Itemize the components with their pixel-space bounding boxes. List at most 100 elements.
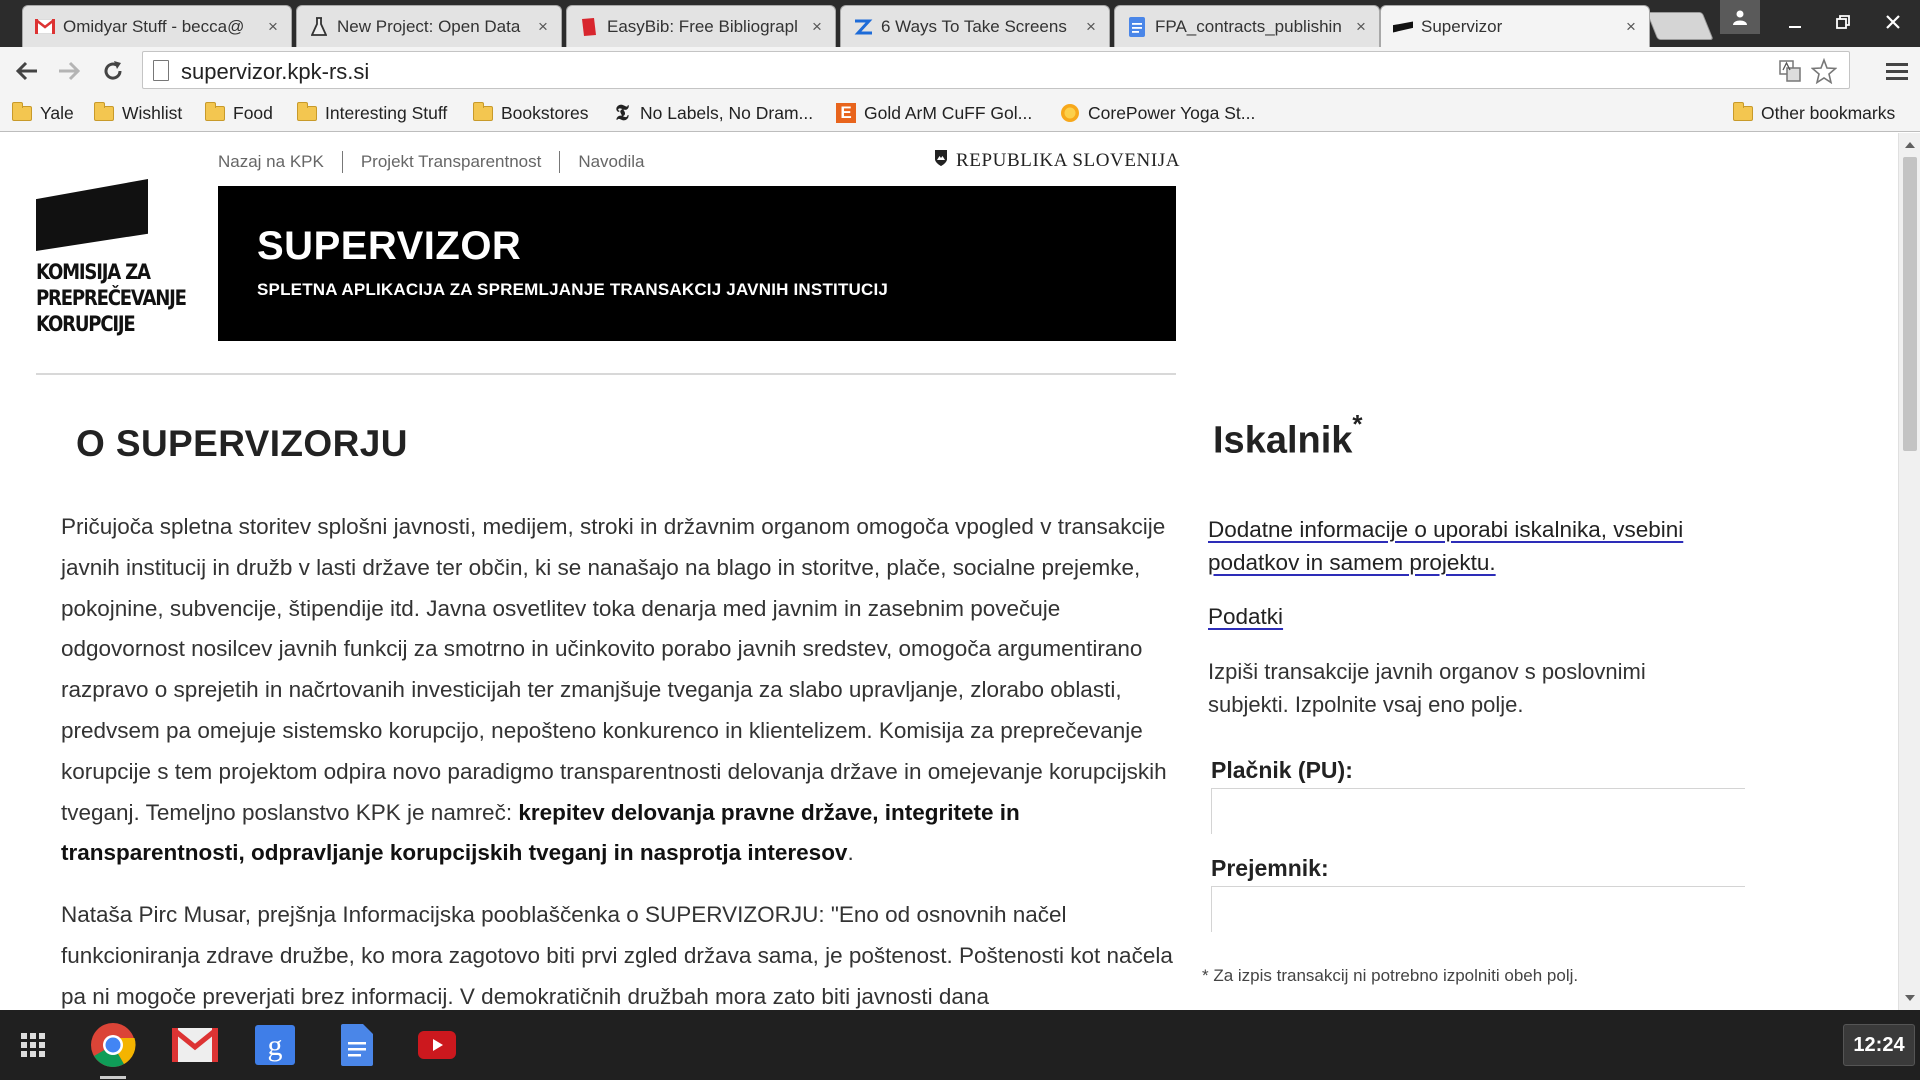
logo-text: KOMISIJA ZA PREPREČEVANJE KORUPCIJE — [36, 260, 187, 336]
scroll-thumb[interactable] — [1903, 157, 1917, 451]
easybib-icon — [579, 17, 599, 37]
bookmark-yale[interactable]: Yale — [12, 100, 74, 126]
page-viewport: KOMISIJA ZA PREPREČEVANJE KORUPCIJE Naza… — [0, 133, 1898, 1010]
back-icon[interactable] — [10, 55, 44, 87]
zapier-icon — [853, 17, 873, 37]
url-text: supervizor.kpk-rs.si — [181, 59, 370, 84]
folder-icon — [473, 101, 493, 123]
sun-icon — [1060, 103, 1080, 123]
top-nav: Nazaj na KPK Projekt Transparentnost Nav… — [218, 151, 662, 173]
tab-title: FPA_contracts_publishin — [1155, 16, 1342, 36]
header-divider — [36, 373, 1176, 375]
bookmark-label: Food — [233, 102, 273, 123]
bookmark-label: Yale — [40, 102, 74, 123]
nav-link-instructions[interactable]: Navodila — [559, 151, 662, 173]
bookmark-gold-arm-cuff[interactable]: E Gold ArM CuFF Gol... — [836, 100, 1032, 126]
republika-slovenija[interactable]: REPUBLIKA SLOVENIJA — [934, 149, 1180, 173]
reload-icon[interactable] — [96, 55, 130, 87]
close-icon[interactable]: × — [1083, 17, 1099, 37]
tab-6-ways[interactable]: 6 Ways To Take Screens × — [840, 5, 1110, 47]
docs-icon — [1127, 16, 1147, 37]
bookmark-label: Wishlist — [122, 102, 183, 123]
browser-toolbar: supervizor.kpk-rs.si — [0, 47, 1920, 94]
tab-title: 6 Ways To Take Screens — [881, 16, 1067, 36]
nav-link-back-to-kpk[interactable]: Nazaj na KPK — [218, 151, 342, 173]
banner-subtitle: SPLETNA APLIKACIJA ZA SPREMLJANJE TRANSA… — [257, 280, 889, 299]
close-window-icon[interactable] — [1868, 0, 1918, 44]
folder-icon — [94, 101, 114, 123]
recipient-input[interactable] — [1211, 886, 1745, 932]
tab-strip: Omidyar Stuff - becca@ × New Project: Op… — [0, 0, 1920, 47]
folder-icon — [1733, 101, 1753, 123]
banner-title: SUPERVIZOR — [257, 224, 522, 268]
bookmark-label: Gold ArM CuFF Gol... — [864, 102, 1033, 123]
bookmark-label: Other bookmarks — [1761, 102, 1896, 123]
payer-label: Plačnik (PU): — [1211, 757, 1353, 783]
scroll-up-icon[interactable] — [1905, 142, 1915, 148]
close-icon[interactable]: × — [809, 17, 825, 37]
about-paragraph: Pričujoča spletna storitev splošni javno… — [61, 514, 1167, 866]
new-tab-button[interactable] — [1646, 12, 1714, 40]
bookmark-label: Bookstores — [501, 102, 589, 123]
svg-text:g: g — [268, 1029, 283, 1062]
close-icon[interactable]: × — [265, 17, 281, 37]
gmail-icon[interactable] — [168, 1018, 222, 1072]
google-search-icon[interactable]: g — [248, 1018, 302, 1072]
active-app-indicator — [100, 1076, 126, 1079]
bookmark-wishlist[interactable]: Wishlist — [94, 100, 182, 126]
user-profile-icon[interactable] — [1720, 0, 1760, 34]
nav-link-transparency-project[interactable]: Projekt Transparentnost — [341, 151, 559, 173]
tab-title: New Project: Open Data — [337, 16, 521, 36]
quote-paragraph: Nataša Pirc Musar, prejšnja Informacijsk… — [61, 902, 1173, 1009]
tab-title: Omidyar Stuff - becca@ — [63, 16, 245, 36]
search-footnote: * Za izpis transakcij ni potrebno izpoln… — [1202, 966, 1579, 985]
docs-icon[interactable] — [330, 1018, 384, 1072]
close-icon[interactable]: × — [1623, 17, 1639, 37]
star-icon[interactable] — [1810, 57, 1838, 89]
launcher-icon[interactable] — [6, 1018, 60, 1072]
gmail-icon — [35, 17, 55, 37]
info-link[interactable]: Dodatne informacije o uporabi iskalnika,… — [1208, 513, 1728, 579]
page-scrollbar[interactable] — [1898, 133, 1920, 1010]
restore-icon[interactable] — [1818, 0, 1868, 44]
bookmark-no-labels[interactable]: 𝕿 No Labels, No Dram... — [612, 100, 813, 126]
tab-supervizor[interactable]: Supervizor × — [1380, 5, 1650, 47]
kpk-logo[interactable]: KOMISIJA ZA PREPREČEVANJE KORUPCIJE — [36, 179, 196, 336]
page-icon — [153, 60, 169, 81]
tab-fpa-contracts[interactable]: FPA_contracts_publishin × — [1114, 5, 1380, 47]
page-title: O SUPERVIZORJU — [76, 423, 408, 464]
close-icon[interactable]: × — [1353, 17, 1369, 37]
tab-easybib[interactable]: EasyBib: Free Bibliograpl × — [566, 5, 836, 47]
tab-title: Supervizor — [1421, 16, 1503, 36]
youtube-icon[interactable] — [410, 1018, 464, 1072]
data-link[interactable]: Podatki — [1208, 600, 1283, 633]
tab-omidyar[interactable]: Omidyar Stuff - becca@ × — [22, 5, 292, 47]
logo-mark — [36, 179, 148, 251]
translate-icon[interactable] — [1779, 60, 1801, 87]
bookmark-corepower-yoga[interactable]: CorePower Yoga St... — [1060, 100, 1255, 126]
bookmark-label: CorePower Yoga St... — [1088, 102, 1256, 123]
minimize-icon[interactable] — [1770, 0, 1820, 44]
bookmark-interesting-stuff[interactable]: Interesting Stuff — [297, 100, 447, 126]
address-bar[interactable]: supervizor.kpk-rs.si — [142, 51, 1850, 89]
bookmark-food[interactable]: Food — [205, 100, 273, 126]
tab-title: EasyBib: Free Bibliograpl — [607, 16, 798, 36]
folder-icon — [205, 101, 225, 123]
tab-new-project[interactable]: New Project: Open Data × — [296, 5, 562, 47]
payer-input[interactable] — [1211, 788, 1745, 834]
forward-icon[interactable] — [52, 55, 86, 87]
recipient-label: Prejemnik: — [1211, 855, 1329, 881]
scroll-down-icon[interactable] — [1905, 995, 1915, 1001]
coat-of-arms-icon — [934, 149, 948, 173]
bookmarks-bar: Yale Wishlist Food Interesting Stuff Boo… — [0, 94, 1920, 132]
bookmark-label: Interesting Stuff — [325, 102, 448, 123]
chrome-icon[interactable] — [86, 1018, 140, 1072]
bookmark-other-bookmarks[interactable]: Other bookmarks — [1733, 100, 1895, 126]
etsy-icon: E — [836, 103, 856, 123]
close-icon[interactable]: × — [535, 17, 551, 37]
menu-icon[interactable] — [1880, 55, 1914, 87]
bookmark-label: No Labels, No Dram... — [640, 102, 814, 123]
folder-icon — [12, 101, 32, 123]
system-clock[interactable]: 12:24 — [1843, 1024, 1915, 1066]
bookmark-bookstores[interactable]: Bookstores — [473, 100, 589, 126]
